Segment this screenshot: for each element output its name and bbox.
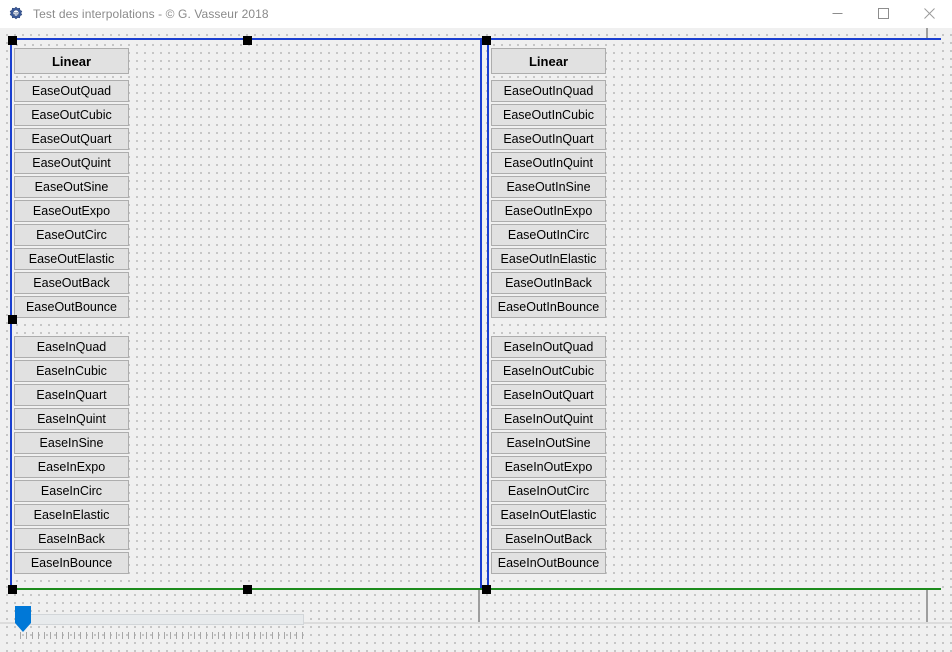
trackbar-ticks xyxy=(20,632,304,639)
ease-in-out-button-6[interactable]: EaseInOutCirc xyxy=(491,480,606,502)
form-designer-canvas[interactable]: Linear EaseOutQuad EaseOutCubic EaseOutQ… xyxy=(0,28,952,652)
app-gear-icon: 20 xyxy=(8,6,24,22)
ease-in-button-7[interactable]: EaseInElastic xyxy=(14,504,129,526)
ease-in-out-button-9[interactable]: EaseInOutBounce xyxy=(491,552,606,574)
ease-in-button-5[interactable]: EaseInExpo xyxy=(14,456,129,478)
ease-out-in-button-0[interactable]: EaseOutInQuad xyxy=(491,80,606,102)
duration-trackbar[interactable] xyxy=(8,600,308,646)
ease-in-button-3[interactable]: EaseInQuint xyxy=(14,408,129,430)
svg-text:20: 20 xyxy=(14,11,19,16)
ease-out-in-button-4[interactable]: EaseOutInSine xyxy=(491,176,606,198)
ease-in-button-0[interactable]: EaseInQuad xyxy=(14,336,129,358)
ease-out-button-8[interactable]: EaseOutBack xyxy=(14,272,129,294)
panel-edge-left xyxy=(487,38,489,318)
panel-edge-left xyxy=(487,318,489,590)
ease-in-button-8[interactable]: EaseInBack xyxy=(14,528,129,550)
window-title: Test des interpolations - © G. Vasseur 2… xyxy=(33,6,269,21)
ease-in-button-9[interactable]: EaseInBounce xyxy=(14,552,129,574)
selection-handle-tc[interactable] xyxy=(243,36,252,45)
ease-in-button-4[interactable]: EaseInSine xyxy=(14,432,129,454)
selection-handle-tl[interactable] xyxy=(8,36,17,45)
window-controls xyxy=(814,0,952,28)
selection-handle-ml[interactable] xyxy=(8,315,17,324)
maximize-icon[interactable] xyxy=(860,0,906,28)
ease-in-button-2[interactable]: EaseInQuart xyxy=(14,384,129,406)
ease-out-in-button-8[interactable]: EaseOutInBack xyxy=(491,272,606,294)
ease-in-out-button-4[interactable]: EaseInOutSine xyxy=(491,432,606,454)
panel-edge-left xyxy=(10,318,12,590)
ease-out-button-5[interactable]: EaseOutExpo xyxy=(14,200,129,222)
panel-edge-right xyxy=(480,38,482,318)
ease-out-button-3[interactable]: EaseOutQuint xyxy=(14,152,129,174)
panel-edge-bottom xyxy=(487,588,941,590)
ease-out-button-1[interactable]: EaseOutCubic xyxy=(14,104,129,126)
panel-edge-left xyxy=(10,38,12,318)
ease-out-button-7[interactable]: EaseOutElastic xyxy=(14,248,129,270)
ease-in-out-button-0[interactable]: EaseInOutQuad xyxy=(491,336,606,358)
selection-handle-tl-2[interactable] xyxy=(482,36,491,45)
ease-out-in-button-6[interactable]: EaseOutInCirc xyxy=(491,224,606,246)
trackbar-thumb[interactable] xyxy=(15,606,31,632)
minimize-icon[interactable] xyxy=(814,0,860,28)
panel-edge-top xyxy=(487,38,941,40)
ease-in-out-button-3[interactable]: EaseInOutQuint xyxy=(491,408,606,430)
ease-out-in-header-button[interactable]: Linear xyxy=(491,48,606,74)
ease-in-out-button-2[interactable]: EaseInOutQuart xyxy=(491,384,606,406)
trackbar-groove[interactable] xyxy=(18,614,304,625)
ease-out-button-6[interactable]: EaseOutCirc xyxy=(14,224,129,246)
ease-out-in-button-2[interactable]: EaseOutInQuart xyxy=(491,128,606,150)
ease-out-header-button[interactable]: Linear xyxy=(14,48,129,74)
selection-handle-bc[interactable] xyxy=(243,585,252,594)
ease-in-out-button-1[interactable]: EaseInOutCubic xyxy=(491,360,606,382)
form-edge-inner-divider xyxy=(478,584,480,624)
ease-out-in-button-7[interactable]: EaseOutInElastic xyxy=(491,248,606,270)
ease-out-in-button-5[interactable]: EaseOutInExpo xyxy=(491,200,606,222)
ease-out-in-button-1[interactable]: EaseOutInCubic xyxy=(491,104,606,126)
selection-handle-bl[interactable] xyxy=(8,585,17,594)
ease-in-button-1[interactable]: EaseInCubic xyxy=(14,360,129,382)
ease-in-out-button-8[interactable]: EaseInOutBack xyxy=(491,528,606,550)
close-icon[interactable] xyxy=(906,0,952,28)
ease-out-button-9[interactable]: EaseOutBounce xyxy=(14,296,129,318)
ease-in-out-button-5[interactable]: EaseInOutExpo xyxy=(491,456,606,478)
selection-handle-bl-2[interactable] xyxy=(482,585,491,594)
ease-in-button-6[interactable]: EaseInCirc xyxy=(14,480,129,502)
ease-out-button-0[interactable]: EaseOutQuad xyxy=(14,80,129,102)
ease-out-in-button-3[interactable]: EaseOutInQuint xyxy=(491,152,606,174)
ease-out-in-button-9[interactable]: EaseOutInBounce xyxy=(491,296,606,318)
ease-out-button-4[interactable]: EaseOutSine xyxy=(14,176,129,198)
window-title-bar[interactable]: 20 Test des interpolations - © G. Vasseu… xyxy=(0,0,952,28)
panel-edge-right xyxy=(480,318,482,590)
ease-out-button-2[interactable]: EaseOutQuart xyxy=(14,128,129,150)
ease-in-out-button-7[interactable]: EaseInOutElastic xyxy=(491,504,606,526)
